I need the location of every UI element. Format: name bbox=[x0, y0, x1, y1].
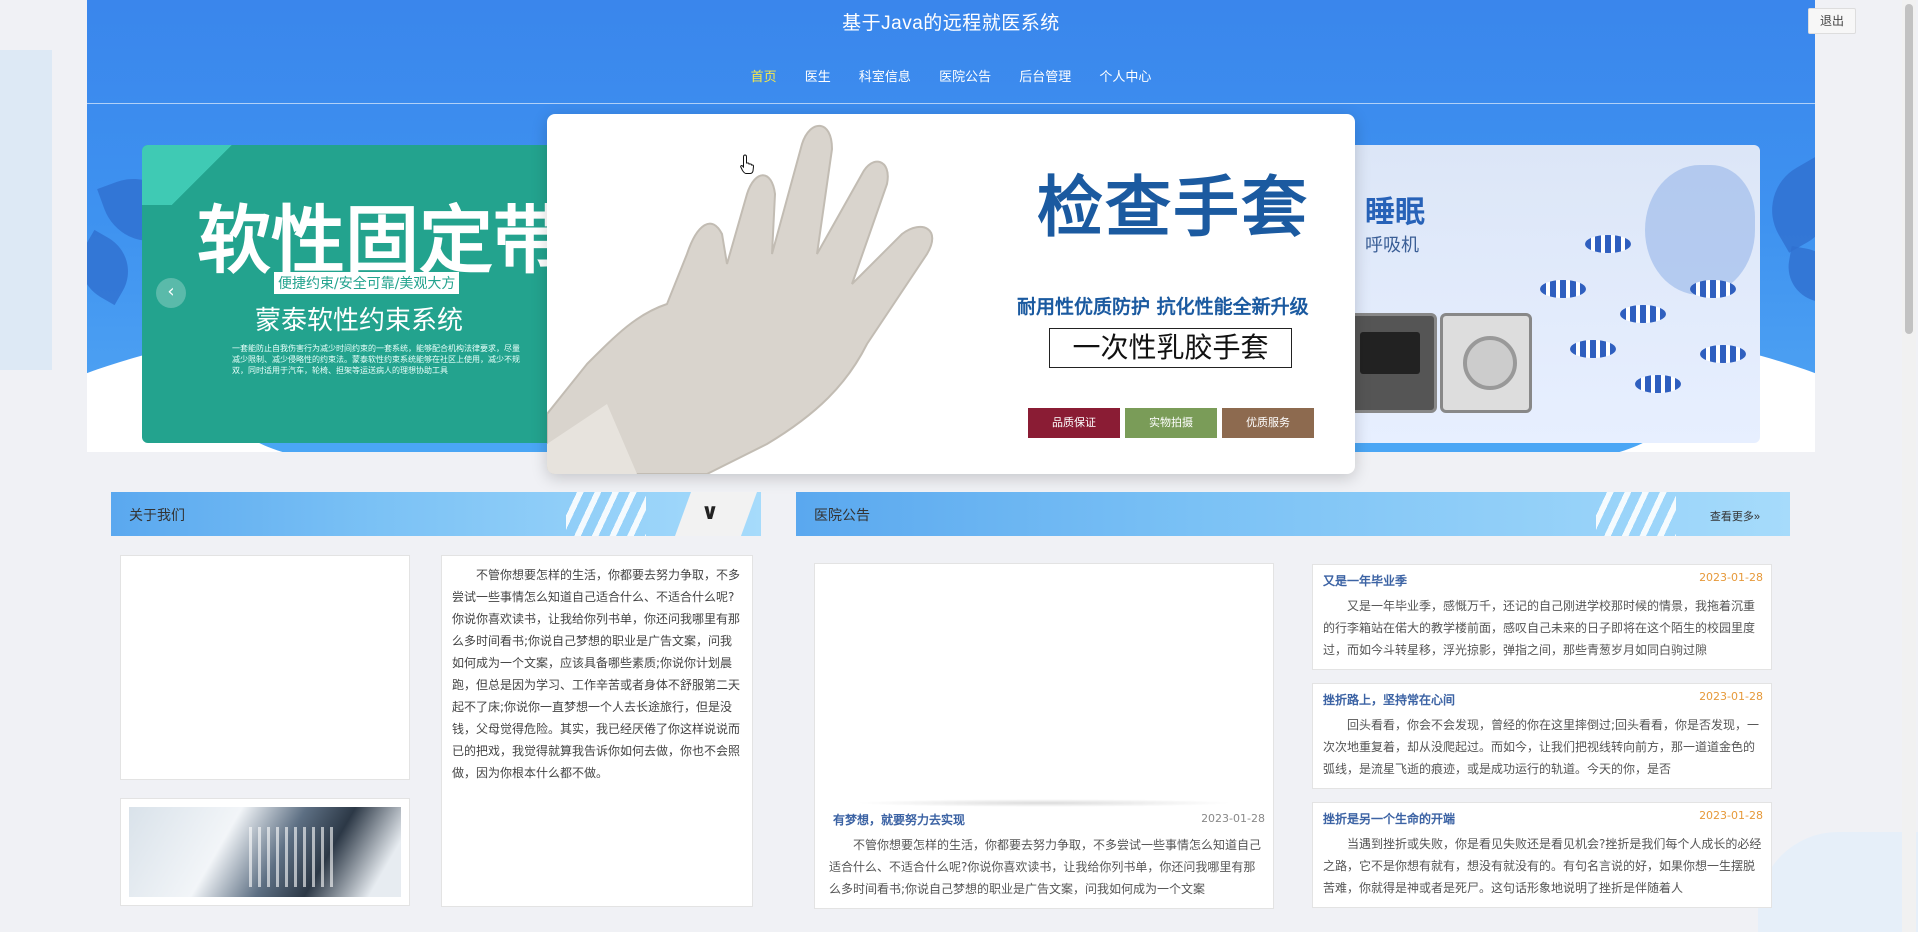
notice-title[interactable]: 有梦想，就要努力去实现 bbox=[833, 811, 965, 828]
notice-date: 2023-01-28 bbox=[1201, 812, 1265, 825]
slide-product-name: 蒙泰软性约束系统 bbox=[255, 306, 464, 336]
cpap-device-icon bbox=[1440, 313, 1532, 413]
page-scrollbar[interactable] bbox=[1902, 0, 1916, 932]
slide-subtitle: 耐用性优质防护 抗化性能全新升级 bbox=[1017, 296, 1309, 318]
page-bg-decoration-bottom-right bbox=[1758, 832, 1918, 932]
about-image-placeholder bbox=[120, 555, 410, 780]
slide-title: 检查手套 bbox=[1037, 169, 1309, 246]
header-slash-decoration bbox=[566, 492, 646, 536]
badge-quality: 品质保证 bbox=[1028, 408, 1120, 438]
nav-item-home[interactable]: 首页 bbox=[751, 66, 777, 85]
carousel-slide-sleep[interactable]: 睡眠 呼吸机 bbox=[1345, 145, 1760, 443]
section-title: 关于我们 bbox=[129, 507, 185, 523]
fish-icon bbox=[1570, 340, 1616, 358]
fish-icon bbox=[1620, 305, 1666, 323]
page-bg-decoration-left bbox=[0, 50, 52, 370]
cpap-device-icon bbox=[1345, 313, 1437, 413]
fish-icon bbox=[1700, 345, 1746, 363]
notice-date: 2023-01-28 bbox=[1699, 571, 1763, 584]
fish-icon bbox=[1690, 280, 1736, 298]
view-more-link[interactable]: 查看更多» bbox=[1710, 508, 1760, 524]
notice-featured-card[interactable]: 有梦想，就要努力去实现 2023-01-28 不管你想要怎样的生活，你都要去努力… bbox=[814, 563, 1274, 909]
glove-image bbox=[547, 124, 934, 474]
notice-body: 又是一年毕业季，感慨万千，还记的自己刚进学校那时候的情景，我拖着沉重的行李箱站在… bbox=[1323, 599, 1756, 657]
nav-item-admin[interactable]: 后台管理 bbox=[1019, 66, 1071, 85]
tech-chart-image bbox=[129, 807, 401, 897]
slide-subtitle: 呼吸机 bbox=[1365, 235, 1419, 256]
tech-chart-bars bbox=[249, 827, 339, 887]
notice-body: 当遇到挫折或失败，你是看见失败还是看见机会?挫折是我们每个人成长的必经之路，它不… bbox=[1323, 837, 1762, 895]
about-section-header: 关于我们 ∨ bbox=[111, 492, 761, 536]
nav-item-profile[interactable]: 个人中心 bbox=[1099, 66, 1151, 85]
notice-section-header: 医院公告 查看更多» bbox=[796, 492, 1790, 536]
notice-list-item[interactable]: 挫折路上，坚持常在心间 2023-01-28 回头看看，你会不会发现，曾经的你在… bbox=[1312, 683, 1772, 789]
notice-list-item[interactable]: 又是一年毕业季 2023-01-28 又是一年毕业季，感慨万千，还记的自己刚进学… bbox=[1312, 564, 1772, 670]
notice-list-item[interactable]: 挫折是另一个生命的开端 2023-01-28 当遇到挫折或失败，你是看见失败还是… bbox=[1312, 802, 1772, 908]
slide-product-box: 一次性乳胶手套 bbox=[1049, 328, 1292, 368]
notice-title[interactable]: 又是一年毕业季 bbox=[1323, 572, 1407, 589]
notice-date: 2023-01-28 bbox=[1699, 809, 1763, 822]
scrollbar-thumb[interactable] bbox=[1905, 4, 1913, 334]
badge-service: 优质服务 bbox=[1222, 408, 1314, 438]
chevron-down-icon[interactable]: ∨ bbox=[701, 500, 719, 525]
hand-cursor-icon bbox=[740, 154, 754, 174]
about-text: 不管你想要怎样的生活，你都要去努力争取，不多尝试一些事情怎么知道自己适合什么、不… bbox=[441, 555, 753, 907]
fish-icon bbox=[1635, 375, 1681, 393]
about-image bbox=[120, 798, 410, 906]
slide-description: 一套能防止自我伤害行为减少时间约束的一套系统，能够配合机构法律要求，尽量减少限制… bbox=[232, 344, 520, 375]
notice-body: 回头看看，你会不会发现，曾经的你在这里摔倒过;回头看看，你是否发现，一次次地重复… bbox=[1323, 718, 1760, 776]
leaf-decoration bbox=[1754, 157, 1815, 253]
notice-date: 2023-01-28 bbox=[1699, 690, 1763, 703]
notice-title[interactable]: 挫折是另一个生命的开端 bbox=[1323, 810, 1455, 827]
notice-body: 不管你想要怎样的生活，你都要去努力争取，不多尝试一些事情怎么知道自己适合什么、不… bbox=[829, 838, 1261, 896]
logout-button[interactable]: 退出 bbox=[1808, 8, 1856, 34]
nav-item-doctors[interactable]: 医生 bbox=[805, 66, 831, 85]
notice-title[interactable]: 挫折路上，坚持常在心间 bbox=[1323, 691, 1455, 708]
slide-title: 睡眠 bbox=[1365, 195, 1425, 230]
main-nav: 首页 医生 科室信息 医院公告 后台管理 个人中心 bbox=[87, 66, 1815, 85]
section-title: 医院公告 bbox=[814, 507, 870, 523]
site-title: 基于Java的远程就医系统 bbox=[842, 13, 1060, 34]
nav-item-departments[interactable]: 科室信息 bbox=[859, 66, 911, 85]
slide-tagline: 便捷约束/安全可靠/美观大方 bbox=[274, 272, 460, 294]
nav-divider bbox=[87, 103, 1815, 104]
header-slash-decoration bbox=[1596, 492, 1676, 536]
badge-photo: 实物拍摄 bbox=[1125, 408, 1217, 438]
fish-icon bbox=[1585, 235, 1631, 253]
leaf-decoration bbox=[87, 229, 143, 306]
nav-item-announcements[interactable]: 医院公告 bbox=[939, 66, 991, 85]
sleeping-woman-illustration bbox=[1645, 165, 1755, 295]
carousel-prev-button[interactable]: ‹ bbox=[156, 278, 186, 308]
carousel-slide-restraint[interactable]: 软性固定带 便捷约束/安全可靠/美观大方 蒙泰软性约束系统 一套能防止自我伤害行… bbox=[142, 145, 582, 443]
carousel-slide-gloves[interactable]: 检查手套 耐用性优质防护 抗化性能全新升级 一次性乳胶手套 品质保证 实物拍摄 … bbox=[547, 114, 1355, 474]
fish-icon bbox=[1540, 280, 1586, 298]
card-shadow bbox=[855, 799, 1233, 807]
leaf-decoration bbox=[1783, 246, 1815, 304]
